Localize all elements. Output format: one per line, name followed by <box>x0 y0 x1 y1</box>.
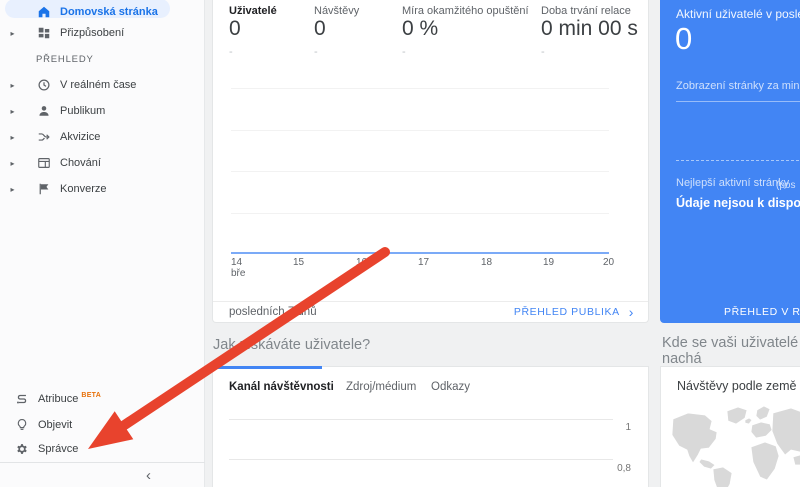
sidebar-item-label: Atribuce <box>38 393 78 405</box>
beta-badge: BETA <box>81 392 101 399</box>
x-axis-tick: 14bře <box>231 257 245 279</box>
sidebar-item-acquisition[interactable]: ▸ Akvizice <box>0 124 205 150</box>
sidebar-item-discover[interactable]: Objevit <box>0 412 205 438</box>
geo-section-heading: Kde se vaši uživatelé nachá <box>662 335 800 367</box>
stat-delta: - <box>229 46 233 58</box>
dashed-divider <box>676 160 800 161</box>
sessions-by-country-title: Návštěvy podle země <box>677 379 797 393</box>
x-axis-tick: 16 <box>356 257 367 268</box>
realtime-title: Aktivní uživatelé v posledních <box>676 7 800 21</box>
sidebar-item-label: Publikum <box>60 105 105 117</box>
expand-caret-icon[interactable]: ▸ <box>7 81 18 90</box>
stat-label: Míra okamžitého opuštění <box>402 5 529 17</box>
sidebar-item-label: Chování <box>60 157 101 169</box>
geo-card: Návštěvy podle země <box>660 366 800 487</box>
expand-caret-icon[interactable]: ▸ <box>7 133 18 142</box>
stat-label: Návštěvy <box>314 5 359 17</box>
stat-value: 0 <box>314 17 326 41</box>
tab-source-medium[interactable]: Zdroj/médium <box>346 381 416 393</box>
chart-gridline <box>231 130 609 131</box>
person-icon <box>36 103 52 119</box>
chart-gridline <box>229 419 613 420</box>
x-axis-tick: 20 <box>603 257 614 268</box>
audience-overview-link[interactable]: PŘEHLED PUBLIKA › <box>514 306 634 318</box>
sidebar-item-label: Přizpůsobení <box>60 27 124 39</box>
chevron-right-icon: › <box>629 307 634 317</box>
stat-delta: - <box>541 46 545 58</box>
sidebar-item-label: Domovská stránka <box>60 6 158 18</box>
x-axis-tick: 18 <box>481 257 492 268</box>
chart-gridline <box>231 88 609 89</box>
collapse-sidebar-icon[interactable]: ‹ <box>146 468 151 483</box>
x-axis-tick: 17 <box>418 257 429 268</box>
realtime-card: Aktivní uživatelé v posledních 0 Zobraze… <box>660 0 800 323</box>
realtime-overview-link[interactable]: PŘEHLED V REÁL <box>724 306 800 318</box>
customization-icon <box>36 25 52 41</box>
attribution-icon <box>14 391 30 407</box>
sidebar-item-realtime[interactable]: ▸ V reálném čase <box>0 72 205 98</box>
top-active-pages-label: Nejlepší aktivní stránky <box>676 177 789 189</box>
acquisition-card: Kanál návštěvnosti Zdroj/médium Odkazy 1… <box>212 366 649 487</box>
lightbulb-icon <box>14 417 30 433</box>
x-axis-tick: 15 <box>293 257 304 268</box>
world-map <box>665 403 800 487</box>
active-tab-indicator <box>212 366 322 369</box>
top-active-pages-note: (pos <box>776 180 795 191</box>
expand-caret-icon[interactable]: ▸ <box>7 185 18 194</box>
home-icon <box>36 4 52 20</box>
expand-caret-icon[interactable]: ▸ <box>7 107 18 116</box>
sidebar-item-admin[interactable]: Správce <box>0 436 205 462</box>
sidebar-item-conversions[interactable]: ▸ Konverze <box>0 176 205 202</box>
stat-value: 0 min 00 s <box>541 17 638 41</box>
tab-referrals[interactable]: Odkazy <box>431 381 470 393</box>
tab-traffic-channel[interactable]: Kanál návštěvnosti <box>229 381 334 393</box>
y-axis-label: 0,8 <box>605 463 631 474</box>
sidebar-item-label: Konverze <box>60 183 106 195</box>
acquisition-icon <box>36 129 52 145</box>
stat-value: 0 % <box>402 17 438 41</box>
sidebar-item-label: Správce <box>38 443 78 455</box>
overview-card: Uživatelé 0 - Návštěvy 0 - Míra okamžité… <box>212 0 649 323</box>
sidebar-divider <box>0 462 205 463</box>
page-icon <box>36 155 52 171</box>
chart-gridline <box>229 459 613 460</box>
expand-caret-icon[interactable]: ▸ <box>7 159 18 168</box>
sidebar-item-label: Akvizice <box>60 131 100 143</box>
no-data-message: Údaje nejsou k dispozici. <box>676 196 800 210</box>
stat-delta: - <box>402 46 406 58</box>
sidebar-item-label: V reálném čase <box>60 79 136 91</box>
expand-caret-icon[interactable]: ▸ <box>7 29 18 38</box>
overview-card-footer: posledních 7 dnů PŘEHLED PUBLIKA › <box>213 301 648 322</box>
users-chart-line <box>231 252 609 254</box>
chart-gridline <box>231 213 609 214</box>
flag-icon <box>36 181 52 197</box>
acquisition-section-heading: Jak získáváte uživatele? <box>213 337 370 353</box>
clock-icon <box>36 77 52 93</box>
sidebar-item-behavior[interactable]: ▸ Chování <box>0 150 205 176</box>
stat-delta: - <box>314 46 318 58</box>
gear-icon <box>14 441 30 457</box>
sidebar-item-audience[interactable]: ▸ Publikum <box>0 98 205 124</box>
sidebar-item-label: Objevit <box>38 419 72 431</box>
sidebar-item-attribution[interactable]: Atribuce BETA <box>0 386 205 412</box>
pageviews-per-minute-label: Zobrazení stránky za minutu <box>676 80 800 102</box>
sidebar-item-customization[interactable]: ▸ Přizpůsobení <box>0 20 205 46</box>
stat-label: Uživatelé <box>229 5 277 17</box>
active-users-value: 0 <box>675 21 692 57</box>
sidebar: Domovská stránka ▸ Přizpůsobení PŘEHLEDY… <box>0 0 205 487</box>
stat-label: Doba trvání relace <box>541 5 631 17</box>
x-axis-tick: 19 <box>543 257 554 268</box>
date-range-selector[interactable]: posledních 7 dnů <box>229 306 317 318</box>
sidebar-section-reports: PŘEHLEDY <box>36 54 94 65</box>
chart-gridline <box>231 171 609 172</box>
stat-value: 0 <box>229 17 241 41</box>
y-axis-label: 1 <box>605 422 631 433</box>
